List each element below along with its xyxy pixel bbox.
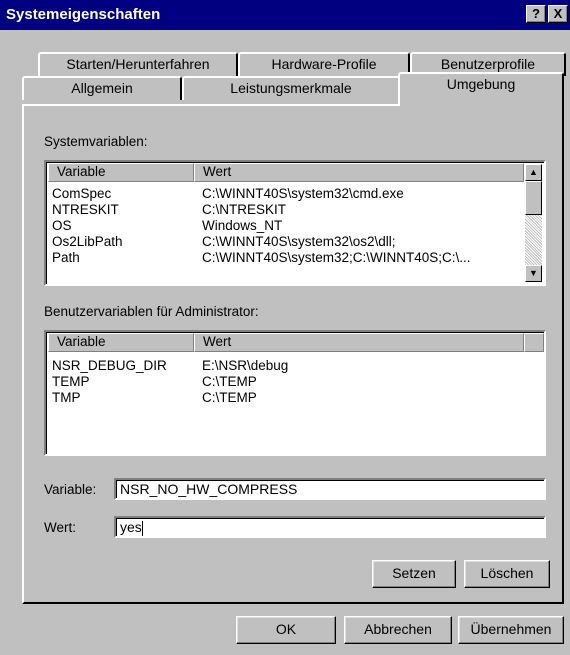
vertical-scrollbar[interactable]: ▲ ▼ [525,164,542,282]
variable-field[interactable]: NSR_NO_HW_COMPRESS [114,478,546,500]
window-title: Systemeigenschaften [6,6,161,23]
col-header-value[interactable]: Wert [194,333,524,352]
ok-button[interactable]: OK [236,616,336,644]
value-label: Wert: [44,520,77,535]
list-item[interactable]: ComSpec C:\WINNT40S\system32\cmd.exe [52,186,524,202]
tab-leistungsmerkmale[interactable]: Leistungsmerkmale [182,76,400,100]
list-item[interactable]: OS Windows_NT [52,218,524,234]
apply-button[interactable]: Übernehmen [458,616,564,644]
user-vars-list[interactable]: Variable Wert NSR_DEBUG_DIR E:\NSR\debug… [44,330,546,456]
scroll-up-icon[interactable]: ▲ [525,164,542,181]
system-vars-label: Systemvariablen: [44,134,148,149]
scroll-thumb[interactable] [525,181,542,215]
list-item[interactable]: Os2LibPath C:\WINNT40S\system32\os2\dll; [52,234,524,250]
tab-allgemein[interactable]: Allgemein [22,76,182,100]
cancel-button[interactable]: Abbrechen [344,616,452,644]
user-vars-label: Benutzervariablen für Administrator: [44,304,259,319]
scroll-down-icon[interactable]: ▼ [525,265,542,282]
tab-starten-herunterfahren[interactable]: Starten/Herunterfahren [38,52,238,76]
list-item[interactable]: NTRESKIT C:\NTRESKIT [52,202,524,218]
list-item[interactable]: TMP C:\TEMP [52,390,524,406]
tab-umgebung[interactable]: Umgebung [398,72,564,106]
title-bar: Systemeigenschaften ? X [0,0,570,30]
close-button[interactable]: X [548,5,568,23]
col-header-filler [524,333,544,352]
system-vars-list[interactable]: Variable Wert ComSpec C:\WINNT40S\system… [44,160,546,286]
tab-hardware-profile[interactable]: Hardware-Profile [238,52,410,76]
help-button[interactable]: ? [526,5,546,23]
list-item[interactable]: NSR_DEBUG_DIR E:\NSR\debug [52,358,524,374]
list-item[interactable]: TEMP C:\TEMP [52,374,524,390]
text-cursor [141,520,143,536]
value-field[interactable]: yes [114,516,546,538]
col-header-value[interactable]: Wert [194,163,524,182]
col-header-variable[interactable]: Variable [48,333,194,352]
col-header-variable[interactable]: Variable [48,163,194,182]
list-item[interactable]: Path C:\WINNT40S\system32;C:\WINNT40S;C:… [52,250,524,266]
set-button[interactable]: Setzen [372,560,456,588]
variable-label: Variable: [44,482,97,497]
delete-button[interactable]: Löschen [464,560,550,588]
